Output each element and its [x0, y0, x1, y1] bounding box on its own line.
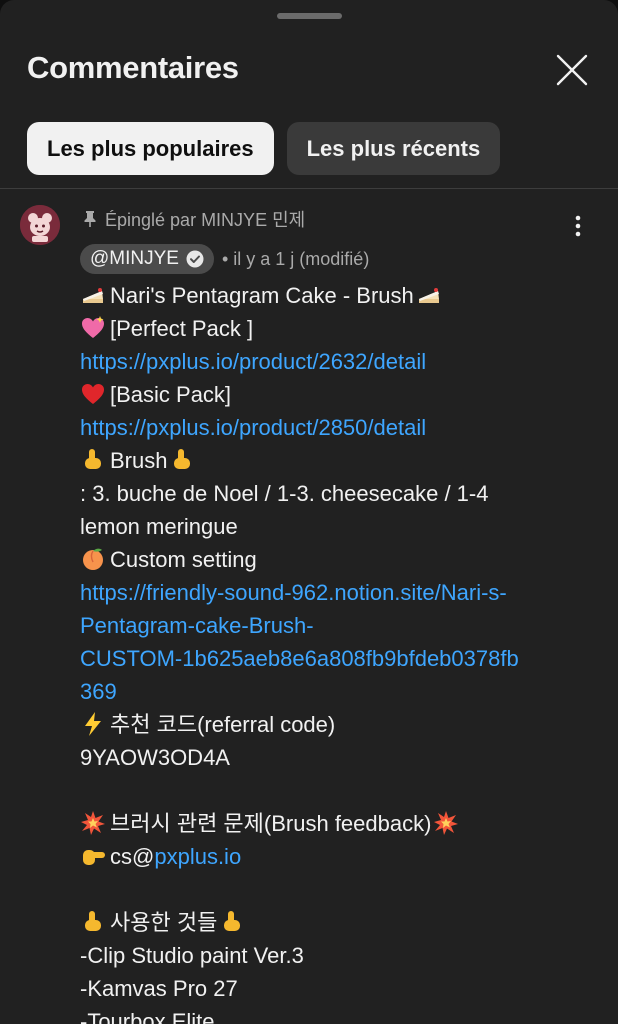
comment-line: 9YAOW3OD4A: [80, 745, 230, 770]
comment-meta: @MINJYE • il y a 1 j (modifié): [80, 244, 369, 274]
sparkling-heart-icon: [82, 316, 104, 338]
pointing-down-icon: [85, 911, 101, 931]
peach-icon: [83, 548, 103, 570]
comment-line: https://pxplus.io/product/2850/detail: [80, 411, 580, 444]
collision-icon: [81, 811, 105, 835]
comments-sheet: Commentaires Les plus populaires Les plu…: [0, 0, 618, 1024]
comment-line: lemon meringue: [80, 514, 238, 539]
comment-line: -Tourbox Elite: [80, 1009, 215, 1024]
comment-line: -Clip Studio paint Ver.3: [80, 943, 304, 968]
comment-line: https://friendly-sound-962.notion.site/N…: [80, 576, 580, 609]
comment-line: 369: [80, 675, 580, 708]
drag-handle[interactable]: [277, 13, 342, 19]
custom-setting-link[interactable]: 369: [80, 679, 117, 704]
comment-line: Brush: [80, 444, 580, 477]
custom-setting-link[interactable]: https://friendly-sound-962.notion.site/N…: [80, 580, 507, 605]
pinned-label: Épinglé par MINJYE 민제: [83, 206, 305, 232]
avatar-image: [20, 205, 60, 245]
collision-icon: [434, 811, 459, 835]
verified-check-icon: [186, 250, 204, 268]
divider: [0, 188, 618, 189]
comment-line: https://pxplus.io/product/2632/detail: [80, 345, 580, 378]
red-heart-icon: [82, 384, 104, 404]
pointing-down-icon: [224, 911, 241, 931]
comment-line: CUSTOM-1b625aeb8e6a808fb9bfdeb0378fb: [80, 642, 580, 675]
more-vertical-icon: [575, 215, 581, 237]
lightning-icon: [85, 712, 101, 736]
comment-line: Nari's Pentagram Cake - Brush: [80, 279, 580, 312]
perfect-pack-link[interactable]: https://pxplus.io/product/2632/detail: [80, 349, 426, 374]
tab-most-recent[interactable]: Les plus récents: [286, 122, 501, 175]
pointing-down-icon: [174, 449, 191, 469]
comment-line: [Perfect Pack ]: [80, 312, 580, 345]
close-icon: [556, 54, 588, 86]
basic-pack-link[interactable]: https://pxplus.io/product/2850/detail: [80, 415, 426, 440]
comment-timestamp: • il y a 1 j (modifié): [221, 248, 370, 269]
comment-line: : 3. buche de Noel / 1-3. cheesecake / 1…: [80, 481, 489, 506]
pin-icon: [84, 211, 96, 227]
author-handle[interactable]: @MINJYE: [80, 244, 214, 274]
cake-icon: [83, 288, 103, 303]
close-button[interactable]: [552, 50, 592, 90]
comment-line: 브러시 관련 문제(Brush feedback): [80, 807, 580, 840]
pointing-right-icon: [83, 850, 105, 865]
comment-line: Pentagram-cake-Brush-: [80, 609, 580, 642]
comment-line: cs@pxplus.io: [80, 840, 580, 873]
comment-line: 사용한 것들: [80, 906, 580, 939]
custom-setting-link[interactable]: Pentagram-cake-Brush-: [80, 613, 314, 638]
avatar[interactable]: [20, 205, 60, 245]
comment-line: Custom setting: [80, 543, 580, 576]
comment-body: Nari's Pentagram Cake - Brush [Perfect P…: [80, 279, 580, 1024]
cake-icon: [418, 288, 439, 303]
pointing-down-icon: [85, 449, 101, 469]
pinned-text: Épinglé par MINJYE 민제: [105, 210, 306, 230]
more-options-button[interactable]: [566, 210, 590, 242]
author-name: @MINJYE: [90, 248, 179, 269]
sort-tabs: Les plus populaires Les plus récents: [27, 122, 501, 175]
custom-setting-link[interactable]: CUSTOM-1b625aeb8e6a808fb9bfdeb0378fb: [80, 646, 519, 671]
comment-line: 추천 코드(referral code): [80, 708, 580, 741]
page-title: Commentaires: [27, 50, 239, 85]
comment-line: -Kamvas Pro 27: [80, 976, 238, 1001]
email-link[interactable]: pxplus.io: [154, 844, 241, 869]
comment-line: [Basic Pack]: [80, 378, 580, 411]
tab-most-popular[interactable]: Les plus populaires: [27, 122, 274, 175]
